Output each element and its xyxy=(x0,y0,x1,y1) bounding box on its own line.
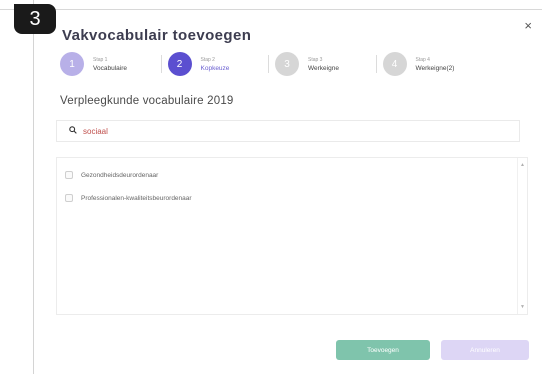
step-4-circle: 4 xyxy=(382,52,407,76)
item-checkbox[interactable] xyxy=(65,194,73,202)
vocabulary-list: Gezondheidsdeurordenaar Professionalen-k… xyxy=(56,157,528,315)
vocabulary-title: Verpleegkunde vocabulaire 2019 xyxy=(60,95,234,107)
list-item[interactable]: Gezondheidsdeurordenaar xyxy=(65,169,158,181)
item-label: Professionalen-kwaliteitsbeurordenaar xyxy=(81,194,192,202)
step-divider xyxy=(375,55,377,73)
step-1[interactable]: 1 Stap 1 Vocabulaire xyxy=(60,51,168,77)
step-1-name: Vocabulaire xyxy=(93,64,127,72)
step-divider xyxy=(160,55,162,73)
stepper: 1 Stap 1 Vocabulaire 2 Stap 2 Kopkeuze 3… xyxy=(60,51,490,77)
step-3-circle: 3 xyxy=(275,52,299,76)
dialog-title: Vakvocabulair toevoegen xyxy=(62,27,252,44)
search-bar[interactable] xyxy=(56,120,520,142)
step-2-circle: 2 xyxy=(167,52,192,76)
list-scrollbar[interactable]: ▲ ▼ xyxy=(517,158,527,314)
scroll-up-icon[interactable]: ▲ xyxy=(520,162,525,168)
step-1-circle: 1 xyxy=(60,52,84,76)
step-divider xyxy=(268,55,269,73)
list-item[interactable]: Professionalen-kwaliteitsbeurordenaar xyxy=(65,192,192,204)
step-3-number-label: Stap 3 xyxy=(308,56,323,63)
step-3-name: Werkeigne xyxy=(308,64,339,72)
step-2-name: Kopkeuze xyxy=(200,64,230,72)
cancel-button[interactable]: Annuleren xyxy=(441,340,529,360)
search-icon xyxy=(63,126,83,136)
step-4-name: Werkeigne(2) xyxy=(415,64,455,72)
search-input[interactable] xyxy=(83,126,503,136)
step-2[interactable]: 2 Stap 2 Kopkeuze xyxy=(167,51,276,77)
item-label: Gezondheidsdeurordenaar xyxy=(81,171,159,179)
scroll-down-icon[interactable]: ▼ xyxy=(520,304,525,310)
step-1-number-label: Stap 1 xyxy=(93,56,108,63)
dialog-top-border xyxy=(0,9,542,10)
add-button[interactable]: Toevoegen xyxy=(336,340,430,360)
step-2-number-label: Stap 2 xyxy=(200,56,215,63)
step-4-number-label: Stap 4 xyxy=(415,56,430,63)
close-icon[interactable]: × xyxy=(524,18,532,33)
step-3[interactable]: 3 Stap 3 Werkeigne xyxy=(275,51,383,77)
page-left-border xyxy=(33,0,34,374)
step-4[interactable]: 4 Stap 4 Werkeigne(2) xyxy=(382,51,491,77)
step-badge: 3 xyxy=(14,4,56,34)
item-checkbox[interactable] xyxy=(65,171,73,179)
